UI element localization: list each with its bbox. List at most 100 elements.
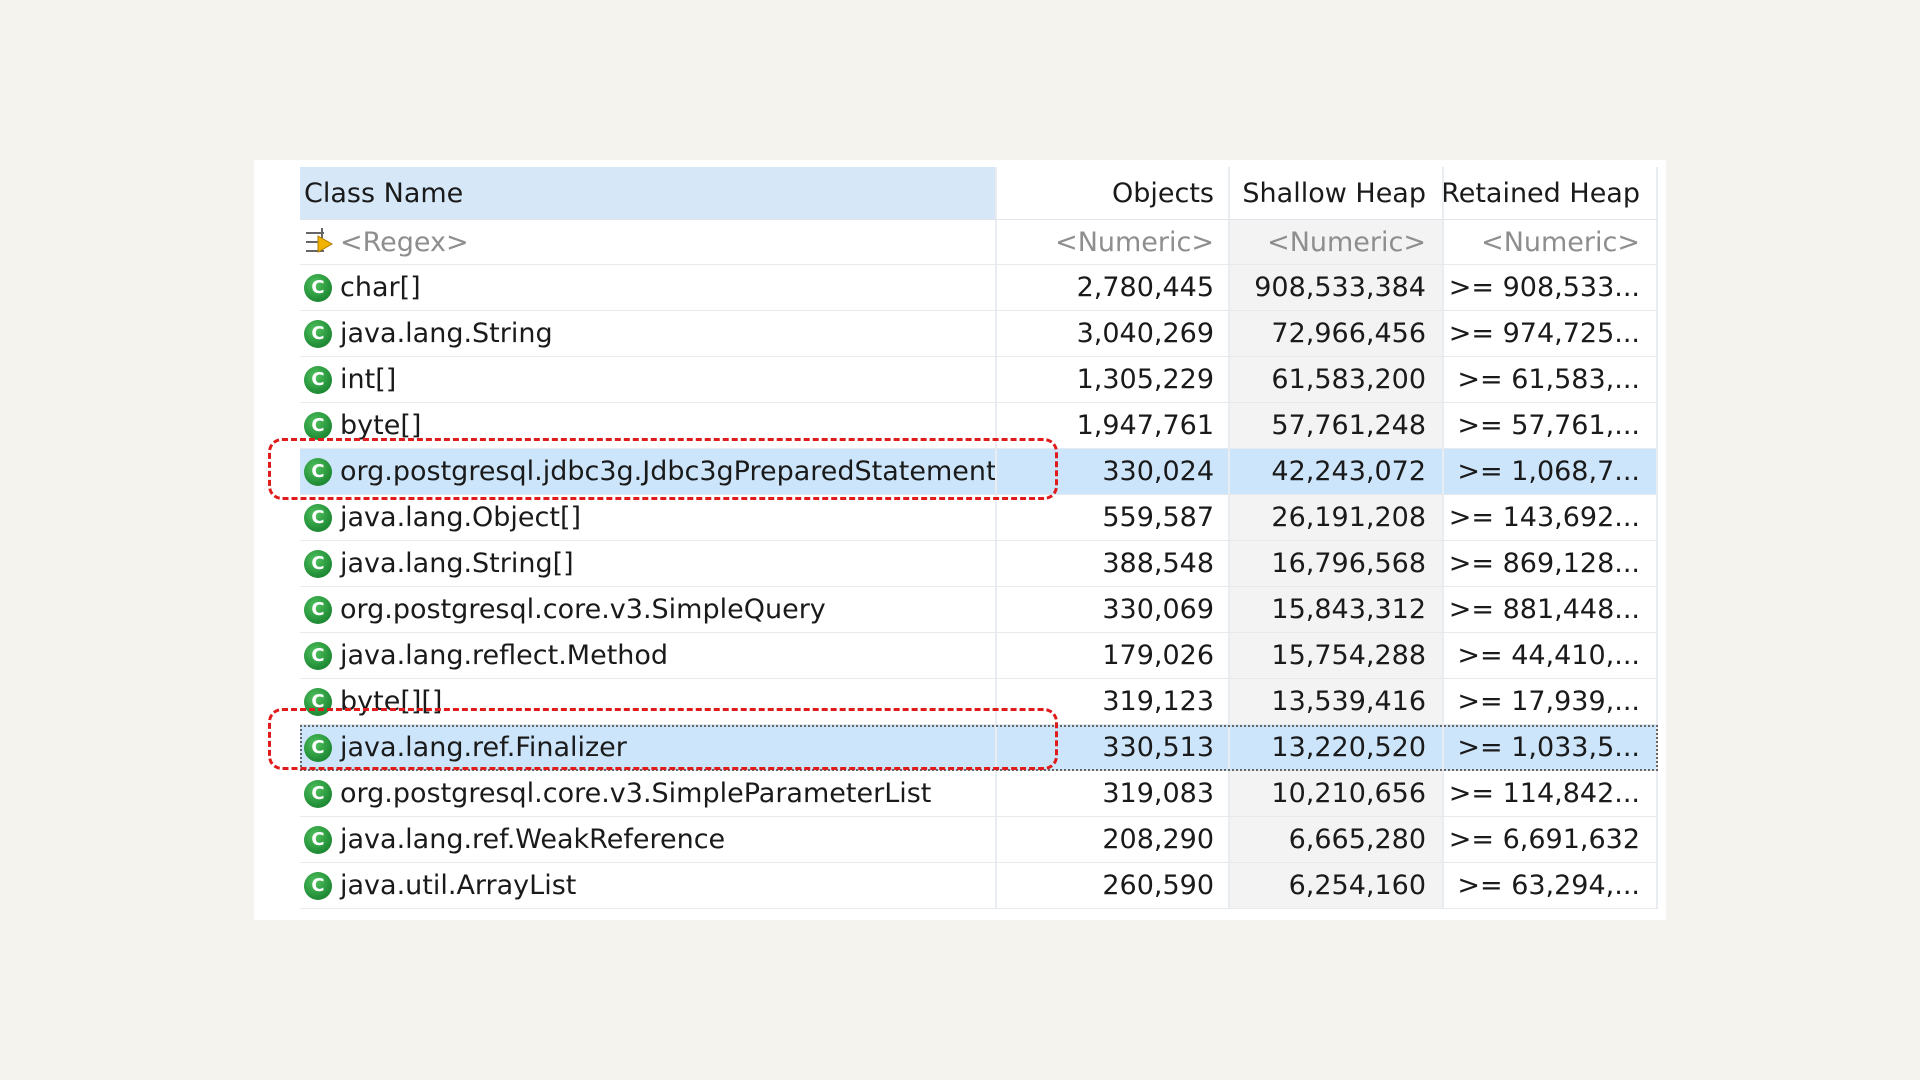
row-shallow-heap: 72,966,456 [1230,311,1444,356]
column-header-objects[interactable]: Objects [997,167,1230,219]
table-row[interactable]: Cbyte[][] 319,123 13,539,416 >= 17,939,... [300,679,1658,725]
table-row[interactable]: Corg.postgresql.core.v3.SimpleQuery 330,0… [300,587,1658,633]
filter-class-name[interactable]: <Regex> [300,220,997,264]
sort-descending-icon: ˇ [1332,167,1340,180]
row-shallow-heap: 6,665,280 [1230,817,1444,862]
row-retained-heap: >= 1,033,5... [1444,725,1658,770]
row-class-name: Corg.postgresql.jdbc3g.Jdbc3gPreparedSta… [300,449,997,494]
row-retained-heap: >= 17,939,... [1444,679,1658,724]
row-shallow-heap: 61,583,200 [1230,357,1444,402]
row-class-name: Cjava.lang.ref.Finalizer [300,725,997,770]
table-body: Cchar[] 2,780,445 908,533,384 >= 908,533...… [300,265,1658,909]
row-retained-heap: >= 44,410,... [1444,633,1658,678]
row-shallow-heap: 26,191,208 [1230,495,1444,540]
row-class-name: Corg.postgresql.core.v3.SimpleParameterL… [300,771,997,816]
row-retained-heap: >= 143,692... [1444,495,1658,540]
filter-objects[interactable]: <Numeric> [997,220,1230,264]
class-c-icon: C [304,779,332,808]
table-row[interactable]: Corg.postgresql.core.v3.SimpleParameterL… [300,771,1658,817]
row-class-name-label: org.postgresql.core.v3.SimpleParameterLi… [340,778,932,809]
row-objects: 330,024 [997,449,1230,494]
row-class-name-label: java.lang.String [340,318,553,349]
row-class-name-label: java.util.ArrayList [340,870,577,901]
table-header: Class Name Objects ˇ Shallow Heap Retain… [300,167,1658,220]
class-c-icon: C [304,687,332,716]
row-objects: 319,083 [997,771,1230,816]
row-shallow-heap: 15,843,312 [1230,587,1444,632]
class-c-icon: C [304,365,332,394]
table-row[interactable]: Cchar[] 2,780,445 908,533,384 >= 908,533... [300,265,1658,311]
row-class-name: Cjava.lang.Object[] [300,495,997,540]
table-row[interactable]: Corg.postgresql.jdbc3g.Jdbc3gPreparedSta… [300,449,1658,495]
row-objects: 2,780,445 [997,265,1230,310]
row-shallow-heap: 16,796,568 [1230,541,1444,586]
class-c-icon: C [304,733,332,762]
row-retained-heap: >= 6,691,632 [1444,817,1658,862]
row-class-name: Corg.postgresql.core.v3.SimpleQuery [300,587,997,632]
row-class-name: Cjava.util.ArrayList [300,863,997,908]
column-header-class-name[interactable]: Class Name [300,167,997,219]
table-row[interactable]: Cjava.lang.ref.WeakReference 208,290 6,665… [300,817,1658,863]
row-class-name: Cjava.lang.reflect.Method [300,633,997,678]
row-class-name: Cjava.lang.ref.WeakReference [300,817,997,862]
row-class-name: Cint[] [300,357,997,402]
row-objects: 330,513 [997,725,1230,770]
class-c-icon: C [304,549,332,578]
row-class-name-label: java.lang.ref.Finalizer [340,732,627,763]
row-class-name-label: java.lang.reflect.Method [340,640,669,671]
row-retained-heap: >= 114,842... [1444,771,1658,816]
column-header-shallow-heap-label: Shallow Heap [1242,177,1426,209]
class-c-icon: C [304,595,332,624]
histogram-panel: Class Name Objects ˇ Shallow Heap Retain… [254,160,1666,920]
column-header-shallow-heap[interactable]: ˇ Shallow Heap [1230,167,1444,219]
table-row[interactable]: Cjava.lang.Object[] 559,587 26,191,208 >= 1… [300,495,1658,541]
row-objects: 319,123 [997,679,1230,724]
row-retained-heap: >= 869,128... [1444,541,1658,586]
row-class-name: Cchar[] [300,265,997,310]
class-c-icon: C [304,503,332,532]
row-class-name-label: byte[] [340,410,422,441]
row-class-name-label: java.lang.String[] [340,548,574,579]
row-shallow-heap: 13,220,520 [1230,725,1444,770]
table-row[interactable]: Cjava.lang.reflect.Method 179,026 15,754,2… [300,633,1658,679]
filter-class-name-placeholder: <Regex> [340,226,469,258]
table-row[interactable]: Cjava.lang.String 3,040,269 72,966,456 >= 9… [300,311,1658,357]
table-row[interactable]: Cint[] 1,305,229 61,583,200 >= 61,583,... [300,357,1658,403]
table-row[interactable]: Cjava.lang.ref.Finalizer 330,513 13,220,52… [300,725,1658,771]
row-objects: 260,590 [997,863,1230,908]
row-class-name-label: org.postgresql.jdbc3g.Jdbc3gPreparedStat… [340,456,997,487]
filter-retained-heap[interactable]: <Numeric> [1444,220,1658,264]
table-row[interactable]: Cjava.util.ArrayList 260,590 6,254,160 >= 6… [300,863,1658,909]
row-objects: 1,305,229 [997,357,1230,402]
row-shallow-heap: 908,533,384 [1230,265,1444,310]
row-retained-heap: >= 974,725... [1444,311,1658,356]
row-shallow-heap: 10,210,656 [1230,771,1444,816]
filter-row: <Regex> <Numeric> <Numeric> <Numeric> [300,220,1658,265]
row-class-name-label: char[] [340,272,421,303]
row-objects: 1,947,761 [997,403,1230,448]
row-retained-heap: >= 61,583,... [1444,357,1658,402]
row-class-name-label: org.postgresql.core.v3.SimpleQuery [340,594,826,625]
row-retained-heap: >= 57,761,... [1444,403,1658,448]
row-class-name-label: int[] [340,364,397,395]
class-c-icon: C [304,457,332,486]
table-row[interactable]: Cbyte[] 1,947,761 57,761,248 >= 57,761,... [300,403,1658,449]
row-class-name: Cbyte[][] [300,679,997,724]
class-c-icon: C [304,273,332,302]
row-shallow-heap: 57,761,248 [1230,403,1444,448]
row-class-name-label: java.lang.Object[] [340,502,582,533]
row-class-name-label: byte[][] [340,686,443,717]
class-histogram-table: Class Name Objects ˇ Shallow Heap Retain… [300,167,1658,909]
column-header-retained-heap[interactable]: Retained Heap [1444,167,1658,219]
class-c-icon: C [304,319,332,348]
class-c-icon: C [304,825,332,854]
row-objects: 3,040,269 [997,311,1230,356]
table-row[interactable]: Cjava.lang.String[] 388,548 16,796,568 >= 8… [300,541,1658,587]
filter-shallow-heap[interactable]: <Numeric> [1230,220,1444,264]
row-class-name: Cbyte[] [300,403,997,448]
row-shallow-heap: 15,754,288 [1230,633,1444,678]
class-c-icon: C [304,641,332,670]
row-objects: 388,548 [997,541,1230,586]
row-objects: 179,026 [997,633,1230,678]
row-class-name: Cjava.lang.String[] [300,541,997,586]
